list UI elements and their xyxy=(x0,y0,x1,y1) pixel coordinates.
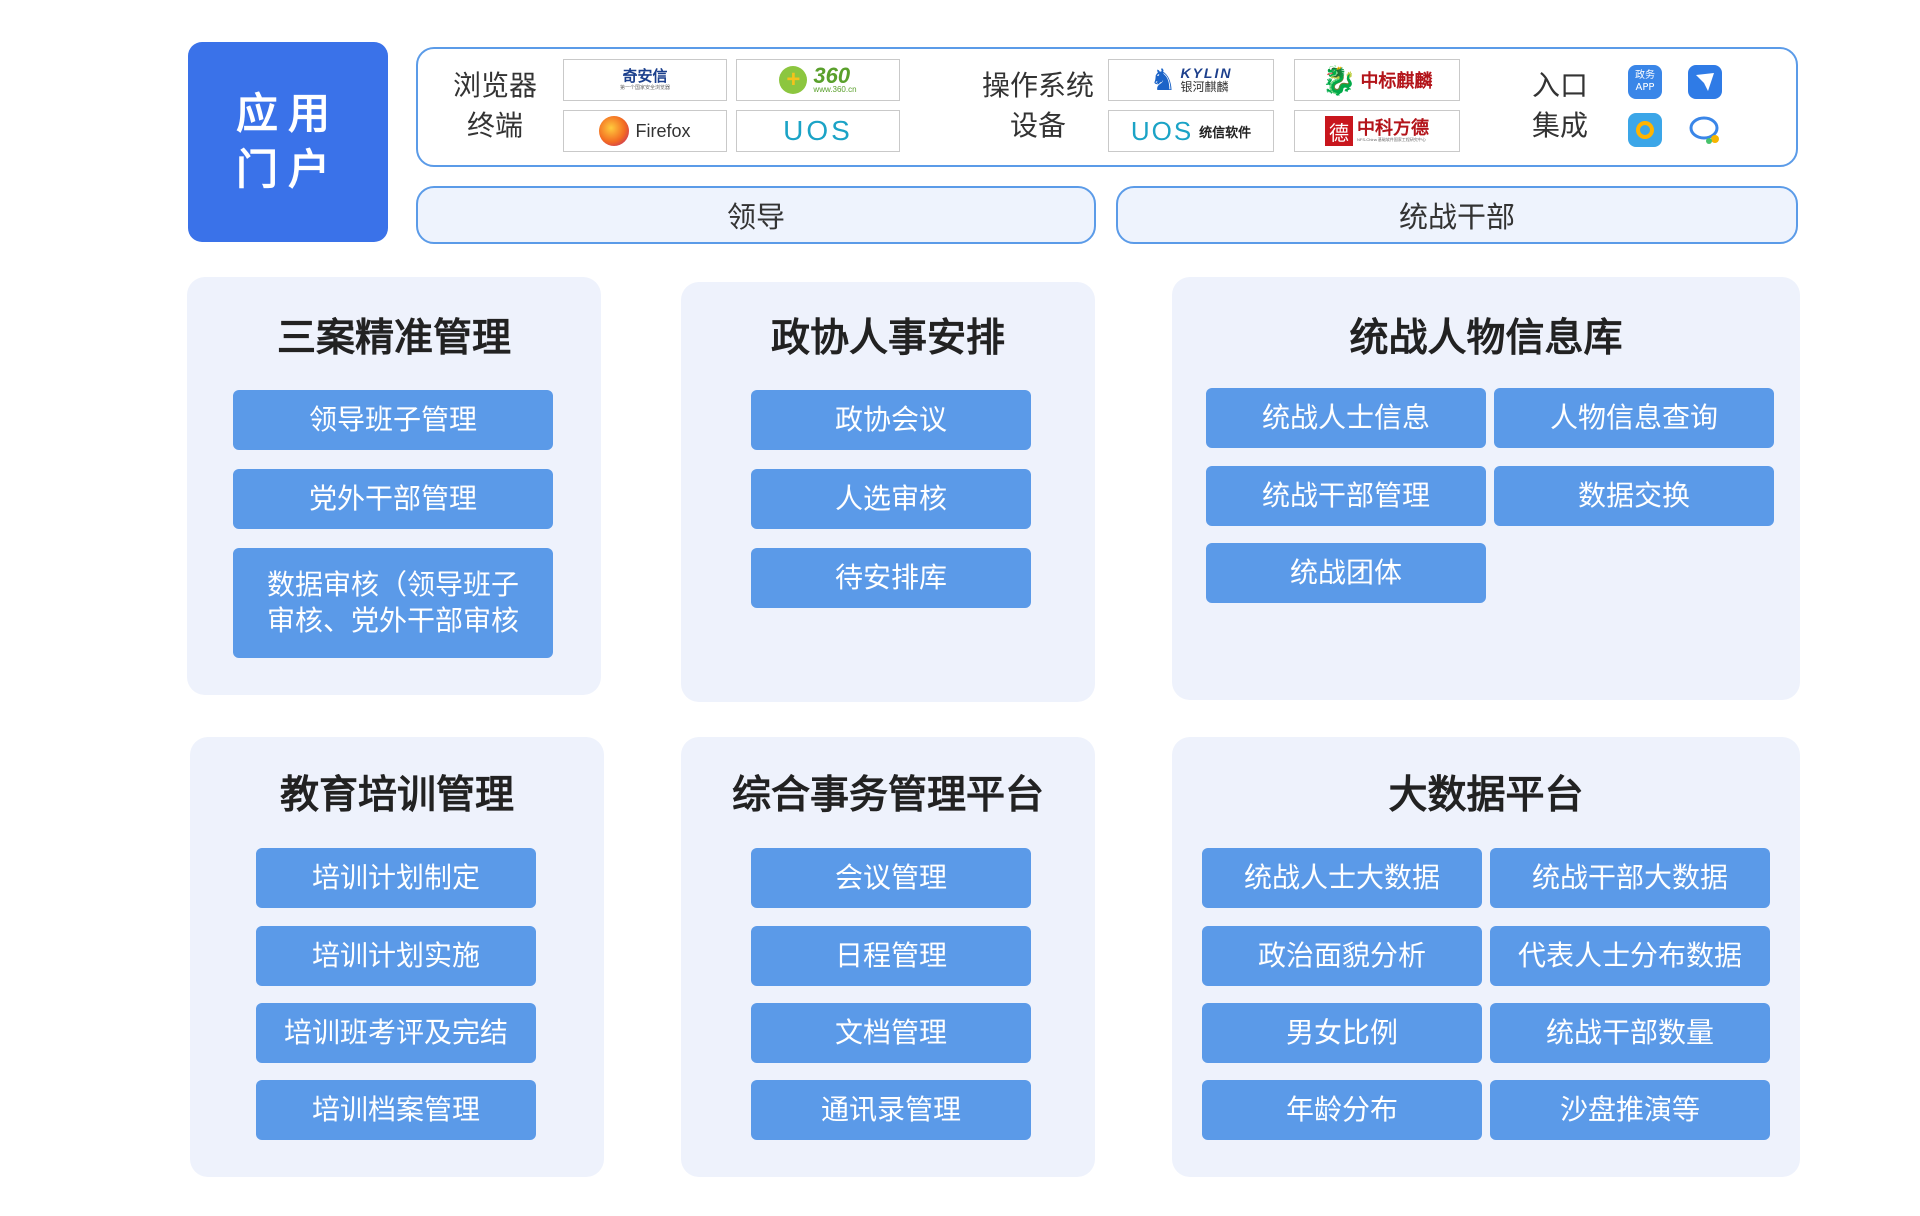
cadre-count-button[interactable]: 统战干部数量 xyxy=(1490,1003,1770,1063)
chat-bubble-glyph xyxy=(1689,116,1719,144)
sandbox-simulation-button[interactable]: 沙盘推演等 xyxy=(1490,1080,1770,1140)
kylin-name: KYLIN xyxy=(1180,65,1233,81)
united-front-personnel-info-button[interactable]: 统战人士信息 xyxy=(1206,388,1486,448)
meeting-management-button[interactable]: 会议管理 xyxy=(751,848,1031,908)
personnel-big-data-button[interactable]: 统战人士大数据 xyxy=(1202,848,1482,908)
red-dragon-icon: 🐉 xyxy=(1321,64,1357,96)
app-portal-block: 应用 门户 xyxy=(188,42,388,242)
uos-os-sub: 统信软件 xyxy=(1199,124,1252,140)
module-three-cases-title: 三案精准管理 xyxy=(276,316,511,361)
political-affiliation-analysis-button[interactable]: 政治面貌分析 xyxy=(1202,926,1482,986)
data-exchange-button[interactable]: 数据交换 xyxy=(1494,466,1774,526)
neokylin-name: 中标麒麟 xyxy=(1360,71,1433,91)
united-front-cadre-management-button[interactable]: 统战干部管理 xyxy=(1206,466,1486,526)
uos-browser-name: UOS xyxy=(783,115,853,146)
360-name: 360 xyxy=(813,62,851,88)
360-sub: www.360.cn xyxy=(813,84,857,94)
360-icon: + xyxy=(779,66,808,94)
chat-bubble-icon[interactable] xyxy=(1688,113,1722,147)
qianxin-sub: 第一个国家安全浏览器 xyxy=(619,84,670,91)
training-plan-creation-button[interactable]: 培训计划制定 xyxy=(256,848,536,908)
cadre-big-data-button[interactable]: 统战干部大数据 xyxy=(1490,848,1770,908)
document-management-button[interactable]: 文档管理 xyxy=(751,1003,1031,1063)
uos-os-name: UOS xyxy=(1130,115,1194,146)
training-evaluation-button[interactable]: 培训班考评及完结 xyxy=(256,1003,536,1063)
leader-user-pill[interactable]: 领导 xyxy=(416,186,1096,244)
nfs-mark-icon: 德 xyxy=(1325,116,1353,146)
module-cppcc-personnel-title: 政协人事安排 xyxy=(770,316,1005,361)
cadre-user-pill[interactable]: 统战干部 xyxy=(1116,186,1798,244)
module-general-affairs-title: 综合事务管理平台 xyxy=(731,773,1044,818)
uos-browser-logo: UOS xyxy=(736,110,900,152)
firefox-icon xyxy=(599,116,630,146)
entry-integration-label: 入口 集成 xyxy=(1510,66,1610,146)
firefox-browser-logo: Firefox xyxy=(563,110,727,152)
united-front-groups-button[interactable]: 统战团体 xyxy=(1206,543,1486,603)
browser-label-line1: 浏览器 xyxy=(452,69,537,102)
module-big-data-title: 大数据平台 xyxy=(1388,773,1584,818)
contacts-management-button[interactable]: 通讯录管理 xyxy=(751,1080,1031,1140)
cppcc-meeting-button[interactable]: 政协会议 xyxy=(751,390,1031,450)
training-plan-execution-button[interactable]: 培训计划实施 xyxy=(256,926,536,986)
qianxin-browser-logo: 奇安信 第一个国家安全浏览器 xyxy=(563,59,727,101)
training-archive-button[interactable]: 培训档案管理 xyxy=(256,1080,536,1140)
portal-label-line1: 应用 xyxy=(235,89,340,138)
os-device-label: 操作系统 设备 xyxy=(968,66,1108,146)
paper-plane-glyph xyxy=(1696,73,1714,91)
neokylin-os-logo: 🐉 中标麒麟 xyxy=(1294,59,1460,101)
camera-app-icon[interactable] xyxy=(1628,113,1662,147)
os-label-line1: 操作系统 xyxy=(981,69,1094,102)
candidate-review-button[interactable]: 人选审核 xyxy=(751,469,1031,529)
data-review-button[interactable]: 数据审核（领导班子 审核、党外干部审核 xyxy=(233,548,553,658)
age-distribution-button[interactable]: 年龄分布 xyxy=(1202,1080,1482,1140)
representative-distribution-button[interactable]: 代表人士分布数据 xyxy=(1490,926,1770,986)
gov-app-line1: 政务 xyxy=(1635,70,1655,81)
nfs-sub: NFS-China 基础软件国家工程研究中心 xyxy=(1357,137,1426,142)
gender-ratio-button[interactable]: 男女比例 xyxy=(1202,1003,1482,1063)
pending-pool-button[interactable]: 待安排库 xyxy=(751,548,1031,608)
browser-label-line2: 终端 xyxy=(466,109,523,142)
people-info-query-button[interactable]: 人物信息查询 xyxy=(1494,388,1774,448)
portal-label-line2: 门户 xyxy=(235,145,340,194)
browser-terminal-label: 浏览器 终端 xyxy=(440,66,550,146)
paper-plane-icon[interactable] xyxy=(1688,65,1722,99)
entry-label-line1: 入口 xyxy=(1531,69,1588,102)
360-browser-logo: + 360 www.360.cn xyxy=(736,59,900,101)
module-education-training-title: 教育培训管理 xyxy=(279,773,514,818)
data-review-line2: 审核、党外干部审核 xyxy=(266,604,519,637)
gov-app-line2: APP xyxy=(1635,82,1655,93)
uos-os-logo: UOS 统信软件 xyxy=(1108,110,1274,152)
firefox-name: Firefox xyxy=(635,120,691,141)
data-review-line1: 数据审核（领导班子 xyxy=(266,568,519,601)
entry-label-line2: 集成 xyxy=(1531,109,1588,142)
nfs-os-logo: 德 中科方德 NFS-China 基础软件国家工程研究中心 xyxy=(1294,110,1460,152)
kylin-horse-icon: ♞ xyxy=(1149,63,1177,97)
module-people-database-title: 统战人物信息库 xyxy=(1349,316,1623,361)
qianxin-name: 奇安信 xyxy=(622,67,668,85)
non-party-cadre-button[interactable]: 党外干部管理 xyxy=(233,469,553,529)
kylin-os-logo: ♞ KYLIN 银河麒麟 xyxy=(1108,59,1274,101)
kylin-sub: 银河麒麟 xyxy=(1180,80,1229,94)
schedule-management-button[interactable]: 日程管理 xyxy=(751,926,1031,986)
leadership-team-button[interactable]: 领导班子管理 xyxy=(233,390,553,450)
nfs-name: 中科方德 xyxy=(1357,118,1429,138)
camera-lens-glyph xyxy=(1636,121,1654,139)
os-label-line2: 设备 xyxy=(1009,109,1066,142)
government-app-icon[interactable]: 政务 APP xyxy=(1628,65,1662,99)
